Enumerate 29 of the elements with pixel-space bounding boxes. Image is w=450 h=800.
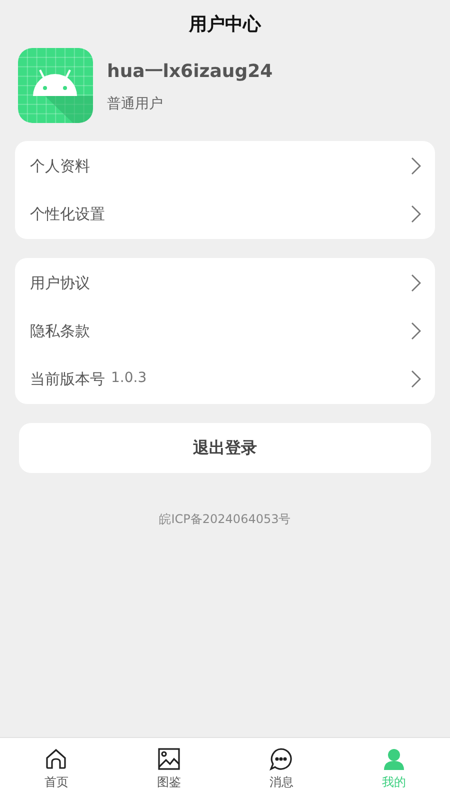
menu-label: 个人资料 [30,156,90,176]
app-icon [18,48,93,123]
menu-item[interactable]: 隐私条款 [15,307,435,355]
chevron-right-icon [411,274,421,292]
logout-button[interactable]: 退出登录 [19,423,431,473]
person-icon [382,747,406,771]
chevron-right-icon [411,322,421,340]
menu-label: 当前版本号 [30,370,105,388]
version-number: 1.0.3 [111,370,147,388]
chevron-right-icon [411,205,421,223]
menu-item[interactable]: 用户协议 [15,259,435,307]
page-title: 用户中心 [188,13,262,37]
menu-label: 用户协议 [30,274,90,292]
icp-text: 皖ICP备2024064053号 [158,511,292,528]
image-icon [156,747,181,771]
menu-item[interactable]: 当前版本号 1.0.3 [15,355,435,403]
home-icon [44,747,68,771]
tab[interactable]: 图鉴 [112,738,225,800]
menu-label: 隐私条款 [30,322,90,340]
tab[interactable]: 消息 [225,738,338,800]
username: hua一lx6izaug24 [107,60,273,82]
chevron-right-icon [411,370,421,388]
menu-item[interactable]: 个人资料 [15,142,435,190]
chat-bubble-icon [269,747,294,771]
menu-label: 个性化设置 [30,204,105,224]
chevron-right-icon [411,157,421,175]
menu-item[interactable]: 个性化设置 [15,190,435,238]
user-role: 普通用户 [107,94,164,112]
tab[interactable]: 首页 [0,738,112,800]
